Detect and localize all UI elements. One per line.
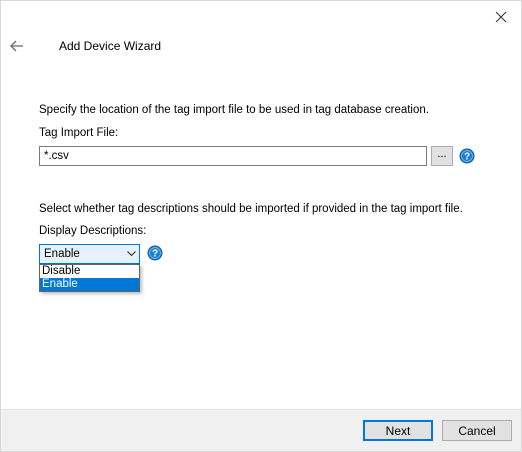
display-descriptions-select[interactable]: Enable xyxy=(39,244,140,264)
close-icon xyxy=(495,11,507,23)
svg-text:?: ? xyxy=(464,152,470,163)
chevron-down-icon xyxy=(123,245,139,263)
display-descriptions-label: Display Descriptions: xyxy=(39,225,147,237)
tag-import-file-input[interactable] xyxy=(39,146,427,166)
wizard-footer: Next Cancel xyxy=(1,409,521,451)
cancel-button[interactable]: Cancel xyxy=(442,420,512,441)
file-instruction-text: Specify the location of the tag import f… xyxy=(39,104,429,116)
display-descriptions-dropdown: Disable Enable xyxy=(39,264,140,292)
svg-text:?: ? xyxy=(152,249,158,260)
description-instruction-text: Select whether tag descriptions should b… xyxy=(39,203,463,215)
browse-button[interactable]: ... xyxy=(431,146,453,166)
back-arrow-icon xyxy=(10,40,23,52)
wizard-title: Add Device Wizard xyxy=(59,39,162,53)
close-button[interactable] xyxy=(489,7,513,27)
back-button[interactable] xyxy=(7,37,27,55)
help-icon[interactable]: ? xyxy=(147,245,163,261)
wizard-window: Add Device Wizard Specify the location o… xyxy=(0,0,522,452)
help-icon[interactable]: ? xyxy=(459,148,475,164)
dropdown-option-disable[interactable]: Disable xyxy=(40,265,139,278)
tag-import-file-label: Tag Import File: xyxy=(39,127,119,139)
select-value: Enable xyxy=(44,248,80,260)
dropdown-option-enable[interactable]: Enable xyxy=(40,278,139,291)
next-button[interactable]: Next xyxy=(363,420,433,441)
